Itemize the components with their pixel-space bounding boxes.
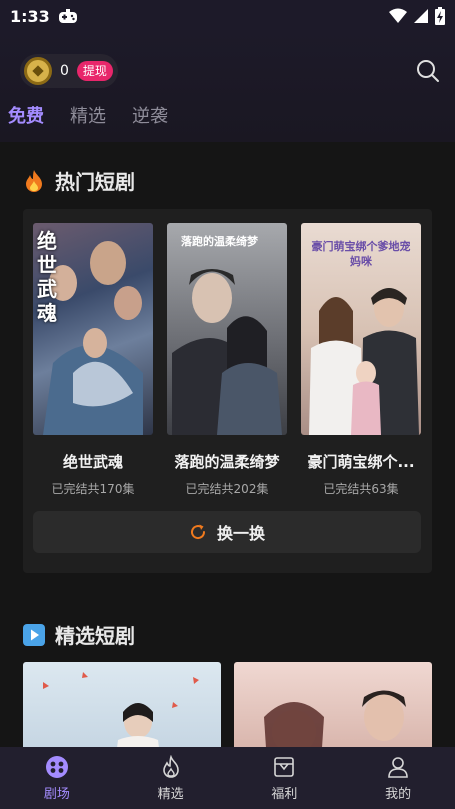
cell-signal-icon: [414, 9, 428, 23]
featured-drama-cover-2[interactable]: [234, 662, 432, 748]
nav-label-theater: 剧场: [43, 787, 70, 802]
featured-section-title: 精选短剧: [55, 624, 135, 648]
fire-icon: [26, 169, 42, 192]
drama-card-2[interactable]: 落跑的温柔绮梦 落跑的温柔绮梦 已完结共202集: [167, 223, 287, 497]
gift-box-icon: [274, 757, 295, 777]
nav-item-welfare[interactable]: 福利: [228, 747, 342, 809]
drama-card-3[interactable]: 豪门萌宝绑个爹地宠妈咪 豪门萌宝绑个... 已完结共63集: [301, 223, 421, 497]
coin-count: 0: [60, 63, 69, 79]
refresh-button[interactable]: 换一换: [33, 511, 421, 553]
nav-label-featured: 精选: [157, 787, 184, 802]
refresh-label: 换一换: [216, 524, 265, 543]
search-icon[interactable]: [415, 58, 441, 84]
drama-cover-2[interactable]: 落跑的温柔绮梦: [167, 223, 287, 435]
nav-item-theater[interactable]: 剧场: [0, 747, 114, 809]
drama-title-3: 豪门萌宝绑个...: [307, 453, 415, 471]
drama-episodes-2: 已完结共202集: [185, 482, 269, 496]
hot-section-title: 热门短剧: [55, 170, 135, 194]
featured-section-header: 精选短剧: [23, 620, 135, 649]
top-tabs: 免费 精选 逆袭: [8, 102, 168, 128]
drama-episodes-1: 已完结共170集: [51, 482, 135, 496]
wifi-icon: [389, 8, 407, 23]
battery-charging-icon: [435, 7, 445, 25]
drama-cover-3[interactable]: 豪门萌宝绑个爹地宠妈咪: [301, 223, 421, 435]
status-time: 1:33: [10, 6, 50, 26]
refresh-icon: [191, 524, 205, 540]
drama-cover-1[interactable]: 绝世武魂: [33, 223, 153, 435]
play-icon: [23, 623, 45, 646]
coin-icon: [24, 57, 52, 85]
nav-label-profile: 我的: [385, 787, 412, 802]
drama-episodes-3: 已完结共63集: [323, 482, 399, 496]
status-icons: [389, 7, 445, 25]
status-bar: 1:33: [0, 0, 455, 32]
gamepad-notification-icon: [58, 9, 77, 23]
featured-drama-cover-1[interactable]: [23, 662, 221, 748]
withdraw-button[interactable]: 提现: [76, 61, 113, 81]
hot-section-header: 热门短剧: [23, 166, 135, 195]
bottom-nav: 剧场 精选 福利 我的: [0, 747, 455, 809]
tab-selected[interactable]: 精选: [70, 102, 106, 128]
profile-icon: [388, 757, 408, 778]
header: 0 提现 免费 精选 逆袭: [0, 32, 455, 142]
nav-item-profile[interactable]: 我的: [341, 747, 455, 809]
drama-title-2: 落跑的温柔绮梦: [174, 453, 280, 471]
nav-item-featured[interactable]: 精选: [114, 747, 228, 809]
coin-balance-pill[interactable]: 0 提现: [20, 54, 118, 88]
flame-icon: [162, 755, 179, 778]
theater-icon: [45, 756, 68, 778]
nav-label-welfare: 福利: [271, 787, 298, 802]
drama-card-1[interactable]: 绝世武魂 绝世武魂 已完结共170集: [33, 223, 153, 497]
hot-dramas-card: 绝世武魂 绝世武魂 已完结共170集 落跑的温柔绮梦 落跑的温柔绮梦 已完结共2…: [23, 209, 432, 573]
drama-title-1: 绝世武魂: [62, 453, 123, 471]
tab-free[interactable]: 免费: [8, 102, 44, 128]
drama-cover-title-1: 绝世武魂: [37, 229, 57, 325]
drama-cover-title-2: 落跑的温柔绮梦: [181, 235, 258, 248]
tab-comeback[interactable]: 逆袭: [132, 102, 168, 128]
drama-cover-title-3: 豪门萌宝绑个爹地宠妈咪: [311, 240, 411, 268]
